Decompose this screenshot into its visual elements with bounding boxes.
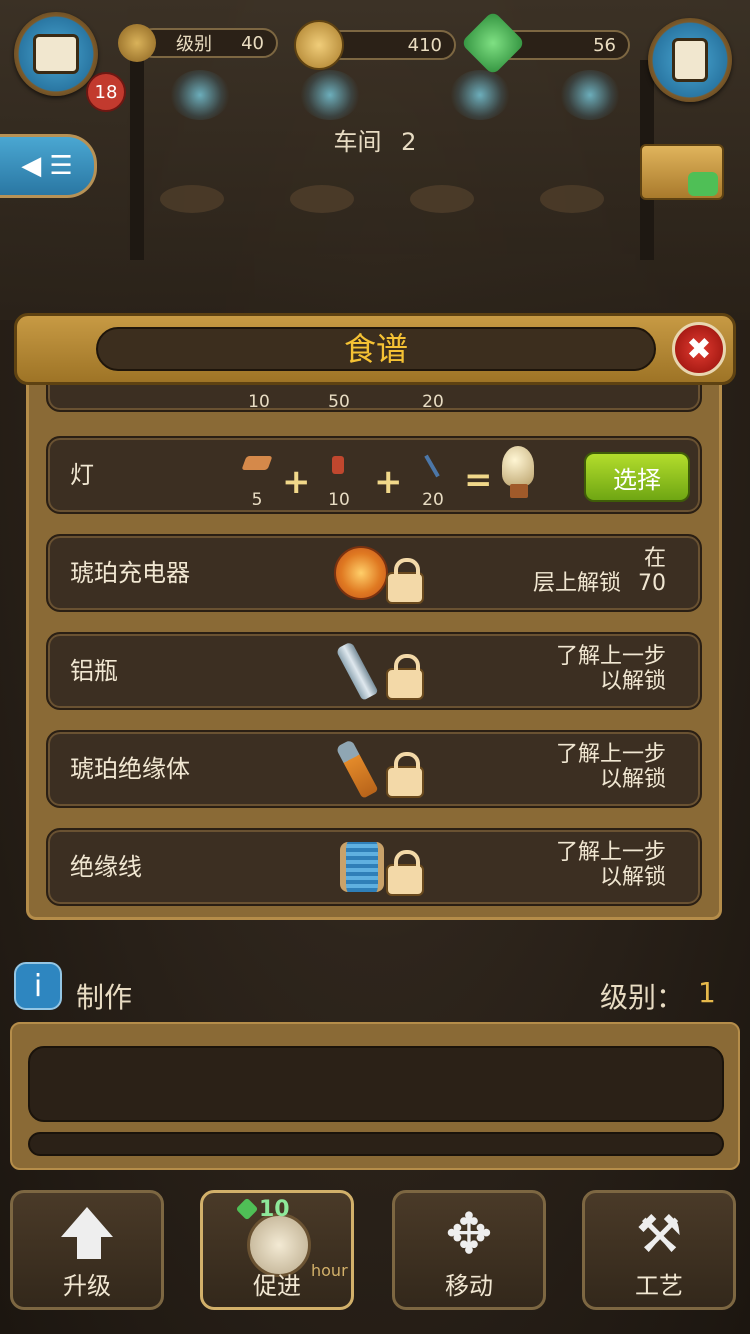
room-title: 车间 2 xyxy=(0,122,750,157)
unlock-level: 70 xyxy=(638,571,666,596)
recipe-name: 琥珀绝缘体 xyxy=(70,755,190,783)
stool xyxy=(410,185,474,213)
move-label: 移动 xyxy=(445,1272,493,1300)
stool xyxy=(160,185,224,213)
ingredient-count: 20 xyxy=(422,392,444,412)
tools-icon: ⚒ xyxy=(635,1205,683,1265)
bulb-icon xyxy=(502,446,534,486)
toolbox-button[interactable] xyxy=(14,12,98,96)
ingredient-count: 10 xyxy=(328,490,350,510)
unlock-requirement: 了解上一步 以解锁 xyxy=(556,840,666,890)
charger-icon xyxy=(334,546,388,600)
upgrade-button[interactable]: 升级 xyxy=(10,1190,164,1310)
unlock-line-1: 了解上一步 xyxy=(555,840,666,865)
select-button[interactable]: 选择 xyxy=(584,452,690,502)
close-icon: ✖ xyxy=(686,331,712,367)
info-button[interactable]: i xyxy=(14,962,62,1010)
ingredient-count: 5 xyxy=(251,490,263,510)
recipe-name: 灯 xyxy=(70,461,94,489)
task-count-badge: 18 xyxy=(86,72,126,112)
lock-icon xyxy=(386,850,424,896)
lock-icon xyxy=(386,654,424,700)
unlock-line-2: 以解锁 xyxy=(599,669,666,694)
equals-sign: = xyxy=(464,460,493,500)
craft-button[interactable]: ⚒ 工艺 xyxy=(582,1190,736,1310)
gem-value: 56 xyxy=(593,34,616,56)
close-button[interactable]: ✖ xyxy=(672,322,726,376)
lamp-glow xyxy=(300,70,360,120)
boost-cost: 10 xyxy=(259,1197,290,1222)
lock-icon xyxy=(386,558,424,604)
move-button[interactable]: ✥ 移动 xyxy=(392,1190,546,1310)
unlock-line-1: 在 xyxy=(643,546,666,571)
production-progress-bar xyxy=(28,1132,724,1156)
bottle-icon xyxy=(335,641,379,701)
move-arrows-icon: ✥ xyxy=(445,1202,493,1267)
amber-bottle-icon xyxy=(335,739,379,799)
production-level-label: 级别： xyxy=(600,981,685,1014)
gear-icon xyxy=(118,24,156,62)
bulb-base-icon xyxy=(510,484,528,498)
production-level-value: 1 xyxy=(698,976,716,1009)
recipe-row-lamp[interactable]: 灯 5 + 10 + 20 = 选择 xyxy=(46,436,702,514)
level-label: 级别 xyxy=(176,34,212,55)
production-label: 制作 xyxy=(76,981,133,1014)
copper-ingot-icon xyxy=(241,456,273,470)
plus-sign: + xyxy=(282,462,311,502)
lock-icon xyxy=(386,752,424,798)
arrow-up-icon xyxy=(61,1207,113,1237)
shelf-post xyxy=(130,60,144,260)
info-icon: i xyxy=(33,968,43,1004)
room-label: 车间 xyxy=(333,128,382,156)
unlock-line-2: 以解锁 xyxy=(599,767,666,792)
recipe-panel-title: 食谱 xyxy=(96,327,656,371)
recipe-row-amber-charger[interactable]: 琥珀充电器 在 层上解锁 70 xyxy=(46,534,702,612)
recipe-row-insulated-wire[interactable]: 绝缘线 了解上一步 以解锁 xyxy=(46,828,702,906)
craft-label: 工艺 xyxy=(635,1272,683,1300)
coin-value: 410 xyxy=(407,34,442,56)
production-slot xyxy=(28,1046,724,1122)
recipe-name: 铝瓶 xyxy=(70,657,118,685)
wire-spool-icon xyxy=(340,842,384,892)
tasks-button[interactable] xyxy=(648,18,732,102)
spool-icon xyxy=(332,456,344,474)
lamp-glow xyxy=(170,70,230,120)
gem-pile-icon xyxy=(688,172,718,196)
coin-icon xyxy=(294,20,344,70)
ingredient-count: 50 xyxy=(328,392,350,412)
arrow-up-stem xyxy=(77,1237,101,1259)
gem-icon xyxy=(235,1197,259,1221)
stool xyxy=(540,185,604,213)
level-bar: 级别 40 xyxy=(138,28,278,58)
rod-icon xyxy=(424,454,440,478)
unlock-line-2: 以解锁 xyxy=(599,865,666,890)
unlock-line-1: 了解上一步 xyxy=(555,644,666,669)
unlock-line-2: 层上解锁 xyxy=(532,571,621,596)
ingredient-count: 20 xyxy=(422,490,444,510)
toolbox-icon xyxy=(33,34,79,74)
upgrade-label: 升级 xyxy=(63,1272,111,1300)
plus-sign: + xyxy=(374,462,403,502)
lamp-glow xyxy=(560,70,620,120)
ingredient-count: 10 xyxy=(248,392,270,412)
boost-button[interactable]: 10 hour 促进 xyxy=(200,1190,354,1310)
clipboard-icon xyxy=(672,38,708,82)
recipe-row-aluminum-bottle[interactable]: 铝瓶 了解上一步 以解锁 xyxy=(46,632,702,710)
chest-button[interactable] xyxy=(640,134,726,200)
unlock-requirement: 了解上一步 以解锁 xyxy=(556,644,666,694)
boost-label: 促进 xyxy=(253,1272,301,1300)
recipe-name: 绝缘线 xyxy=(70,853,142,881)
stool xyxy=(290,185,354,213)
recipe-name: 琥珀充电器 xyxy=(70,559,190,587)
unlock-requirement: 在 层上解锁 70 xyxy=(533,546,666,596)
lamp-glow xyxy=(450,70,510,120)
level-value: 40 xyxy=(241,32,264,54)
room-number: 2 xyxy=(401,128,417,156)
unlock-line-1: 了解上一步 xyxy=(555,742,666,767)
unlock-requirement: 了解上一步 以解锁 xyxy=(556,742,666,792)
recipe-row-amber-insulator[interactable]: 琥珀绝缘体 了解上一步 以解锁 xyxy=(46,730,702,808)
